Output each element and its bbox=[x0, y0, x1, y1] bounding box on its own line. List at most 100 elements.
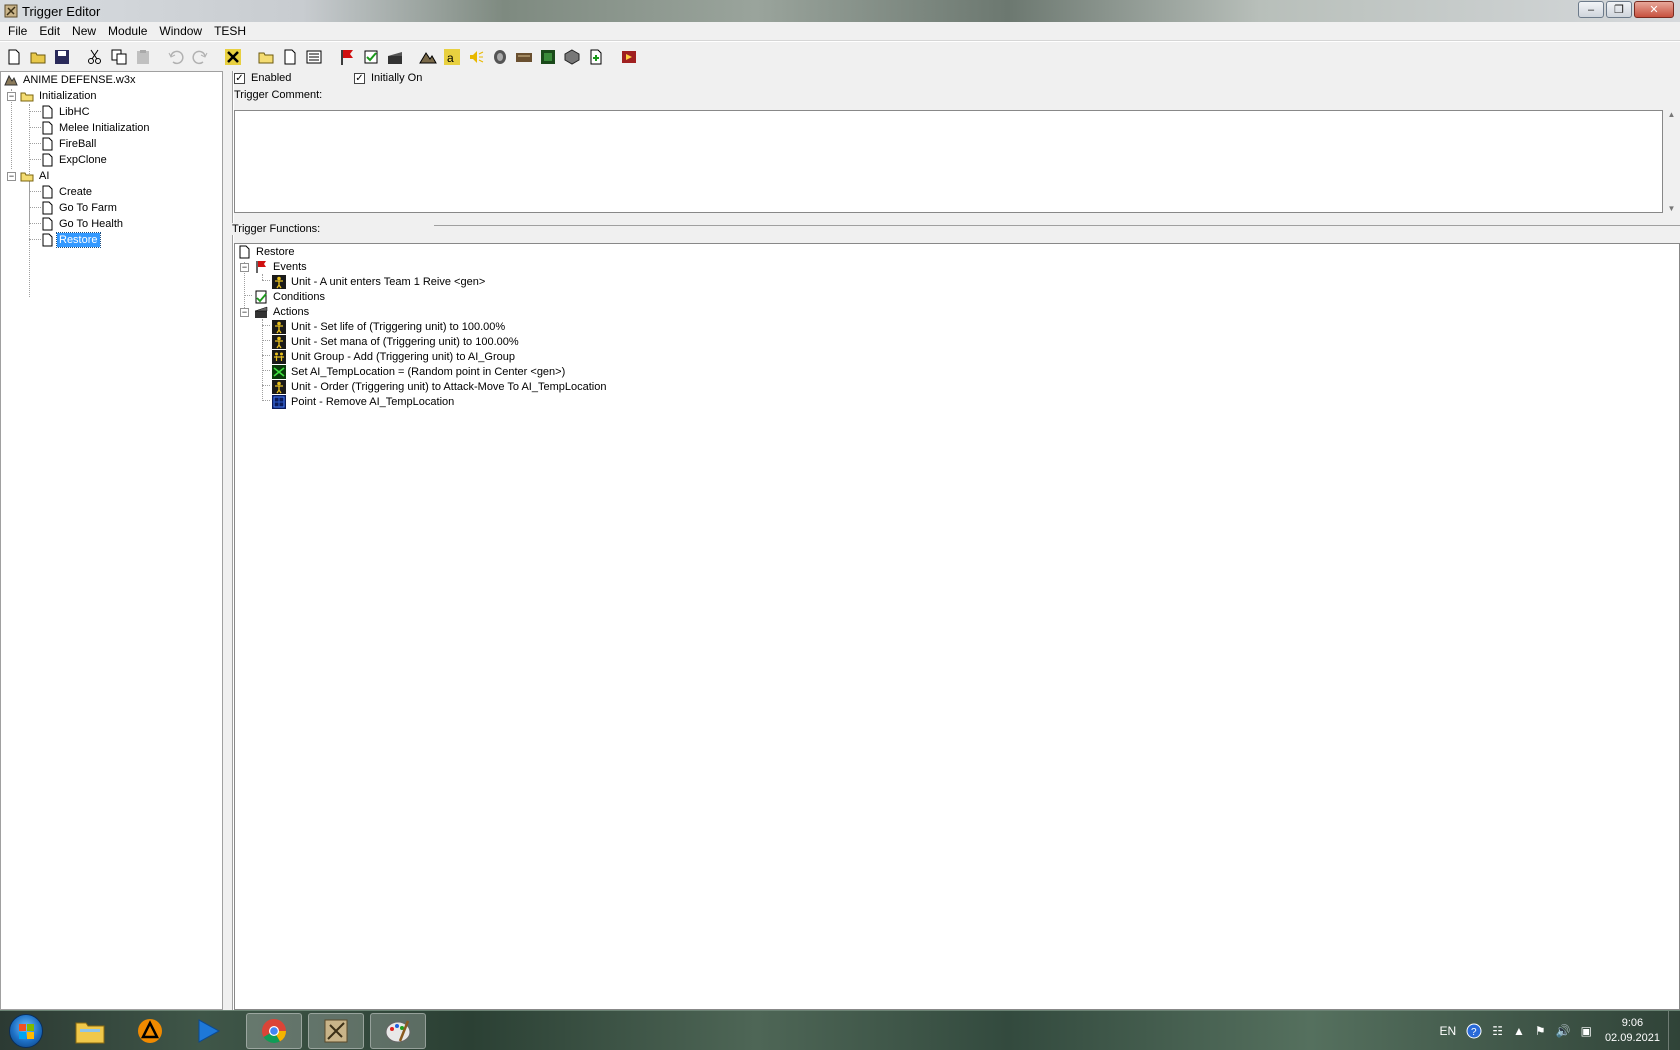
menu-tesh[interactable]: TESH bbox=[208, 22, 252, 41]
clock[interactable]: 9:06 02.09.2021 bbox=[1605, 1016, 1660, 1046]
menu-edit[interactable]: Edit bbox=[33, 22, 66, 41]
fn-events-node[interactable]: Events bbox=[254, 259, 309, 274]
functions-divider bbox=[434, 225, 1680, 226]
paint-icon bbox=[385, 1020, 411, 1043]
save-button[interactable] bbox=[50, 45, 73, 68]
scroll-down-icon[interactable]: ▼ bbox=[1668, 204, 1676, 213]
enabled-checkbox[interactable]: ✓ bbox=[234, 72, 245, 84]
trigger-comment-textarea[interactable] bbox=[234, 110, 1663, 213]
start-button[interactable] bbox=[4, 1013, 48, 1049]
initially-on-checkbox-row[interactable]: ✓ Initially On bbox=[354, 71, 422, 85]
tree-map-root[interactable]: ANIME DEFENSE.w3x bbox=[4, 72, 137, 87]
trigger-functions-tree: Restore − Events Unit - A unit enters Te… bbox=[234, 243, 1680, 1010]
test-map-button[interactable] bbox=[617, 45, 640, 68]
map-icon bbox=[4, 73, 18, 87]
fn-action-item[interactable]: Unit - Order (Triggering unit) to Attack… bbox=[272, 379, 608, 394]
fn-event-item[interactable]: Unit - A unit enters Team 1 Reive <gen> bbox=[272, 274, 487, 289]
undo-button[interactable] bbox=[164, 45, 187, 68]
network-icon[interactable]: ▣ bbox=[1581, 1024, 1592, 1038]
enabled-checkbox-row[interactable]: ✓ Enabled bbox=[234, 71, 291, 85]
tree-trigger-fireball[interactable]: FireBall bbox=[40, 136, 98, 151]
menu-module[interactable]: Module bbox=[102, 22, 153, 41]
menu-window[interactable]: Window bbox=[153, 22, 208, 41]
collapse-initialization-toggle[interactable]: − bbox=[7, 92, 16, 101]
object-manager-button[interactable] bbox=[560, 45, 583, 68]
fn-trigger-root[interactable]: Restore bbox=[237, 244, 297, 259]
trigger-tree-panel: ANIME DEFENSE.w3x − Initialization LibHC… bbox=[0, 71, 223, 1010]
import-manager-button[interactable] bbox=[584, 45, 607, 68]
tree-trigger-go-to-farm[interactable]: Go To Farm bbox=[40, 200, 119, 215]
show-desktop-button[interactable] bbox=[1668, 1011, 1680, 1050]
fn-action-item[interactable]: Unit - Set life of (Triggering unit) to … bbox=[272, 319, 507, 334]
close-button[interactable]: ✕ bbox=[1634, 1, 1674, 18]
scroll-up-icon[interactable]: ▲ bbox=[1668, 110, 1676, 119]
new-condition-button[interactable] bbox=[359, 45, 382, 68]
svg-text:?: ? bbox=[1471, 1027, 1477, 1038]
new-trigger-button[interactable] bbox=[278, 45, 301, 68]
sound-editor-button[interactable] bbox=[464, 45, 487, 68]
new-action-button[interactable] bbox=[383, 45, 406, 68]
trigger-editor-button[interactable]: a bbox=[440, 45, 463, 68]
new-comment-button[interactable] bbox=[302, 45, 325, 68]
delete-button[interactable] bbox=[221, 45, 244, 68]
enabled-label: Enabled bbox=[251, 72, 292, 84]
fn-action-item[interactable]: Set AI_TempLocation = (Random point in C… bbox=[272, 364, 567, 379]
language-indicator[interactable]: EN bbox=[1440, 1024, 1457, 1038]
menu-bar: File Edit New Module Window TESH bbox=[0, 22, 1680, 41]
collapse-actions-toggle[interactable]: − bbox=[240, 308, 249, 317]
paste-button[interactable] bbox=[131, 45, 154, 68]
fn-action-item[interactable]: Unit Group - Add (Triggering unit) to AI… bbox=[272, 349, 517, 364]
initially-on-label: Initially On bbox=[371, 72, 423, 84]
new-condition-icon bbox=[364, 50, 377, 63]
taskbar-app-aimp[interactable] bbox=[122, 1013, 178, 1049]
terrain-editor-icon bbox=[418, 51, 437, 63]
tree-trigger-melee-initialization[interactable]: Melee Initialization bbox=[40, 120, 152, 135]
fn-action-item[interactable]: Unit - Set mana of (Triggering unit) to … bbox=[272, 334, 521, 349]
tree-trigger-libhc[interactable]: LibHC bbox=[40, 104, 92, 119]
minimize-button[interactable]: – bbox=[1578, 1, 1604, 18]
network-adapter-icon[interactable]: ☷ bbox=[1492, 1024, 1503, 1038]
fn-actions-node[interactable]: Actions bbox=[254, 304, 311, 319]
tree-trigger-restore[interactable]: Restore bbox=[40, 231, 101, 248]
terrain-editor-button[interactable] bbox=[416, 45, 439, 68]
new-event-button[interactable] bbox=[335, 45, 358, 68]
unit-icon bbox=[272, 274, 286, 289]
tree-trigger-expclone[interactable]: ExpClone bbox=[40, 152, 109, 167]
fn-action-item[interactable]: Point - Remove AI_TempLocation bbox=[272, 394, 456, 409]
object-editor-button[interactable] bbox=[488, 45, 511, 68]
paste-icon bbox=[136, 49, 149, 64]
collapse-events-toggle[interactable]: − bbox=[240, 263, 249, 272]
taskbar-explorer[interactable] bbox=[62, 1013, 118, 1049]
menu-new[interactable]: New bbox=[66, 22, 102, 41]
new-category-button[interactable] bbox=[254, 45, 277, 68]
tree-category-ai[interactable]: AI bbox=[20, 168, 51, 183]
new-map-button[interactable] bbox=[2, 45, 25, 68]
action-center-flag-icon[interactable]: ⚑ bbox=[1535, 1024, 1546, 1038]
taskbar-chrome[interactable] bbox=[246, 1013, 302, 1049]
open-button[interactable] bbox=[26, 45, 49, 68]
volume-icon[interactable]: 🔊 bbox=[1556, 1024, 1571, 1038]
unit-icon bbox=[272, 379, 286, 394]
taskbar-paint[interactable] bbox=[370, 1013, 426, 1049]
menu-file[interactable]: File bbox=[2, 22, 33, 41]
initially-on-checkbox[interactable]: ✓ bbox=[354, 72, 365, 84]
tree-trigger-create[interactable]: Create bbox=[40, 184, 94, 199]
restore-button[interactable]: ❐ bbox=[1606, 1, 1632, 18]
taskbar-world-editor[interactable] bbox=[308, 1013, 364, 1049]
tree-category-initialization[interactable]: Initialization bbox=[20, 88, 98, 103]
cut-button[interactable] bbox=[83, 45, 106, 68]
panel-splitter[interactable] bbox=[223, 71, 233, 1010]
taskbar-media-player[interactable] bbox=[180, 1013, 236, 1049]
copy-button[interactable] bbox=[107, 45, 130, 68]
collapse-ai-toggle[interactable]: − bbox=[7, 172, 16, 181]
tree-trigger-go-to-health[interactable]: Go To Health bbox=[40, 216, 125, 231]
redo-button[interactable] bbox=[188, 45, 211, 68]
fn-action-text: Unit - Set mana of (Triggering unit) to … bbox=[291, 335, 519, 348]
show-hidden-icons-icon[interactable]: ▲ bbox=[1513, 1024, 1525, 1038]
comment-scrollbar[interactable]: ▲ ▼ bbox=[1663, 110, 1680, 213]
ai-editor-button[interactable] bbox=[536, 45, 559, 68]
folder-icon bbox=[20, 169, 34, 183]
campaign-editor-button[interactable] bbox=[512, 45, 535, 68]
help-icon[interactable]: ? bbox=[1466, 1023, 1482, 1039]
fn-conditions-node[interactable]: Conditions bbox=[254, 289, 327, 304]
